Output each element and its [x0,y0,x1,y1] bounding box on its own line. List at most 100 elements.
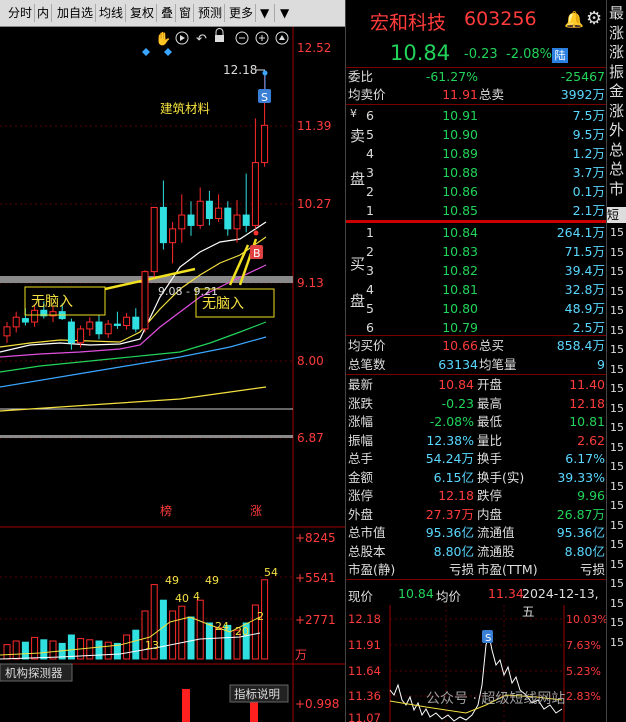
tab-window[interactable]: 窗 [177,4,195,22]
indicator-tick: +0.998 [295,697,339,711]
candle-body[interactable] [141,271,149,330]
stat-label: 内盘 [477,506,503,522]
zoom-out-icon[interactable] [235,31,249,45]
intraday-mini-chart[interactable]: 12.18 11.91 11.64 11.36 11.07 10.03% 7.6… [346,605,607,722]
sell-price: 10.85 [442,203,478,218]
add-watchlist-button[interactable]: 加自选 [55,4,97,22]
sell-level-row[interactable]: 5 10.90 9.5万 [346,126,607,143]
buy-level-row[interactable]: 4 10.81 32.8万 [346,281,607,298]
side-strip-label: 外 [609,121,625,139]
buy-volume: 48.9万 [564,301,605,316]
candle-body[interactable] [12,316,20,328]
trades-row: 总笔数 63134 均笔量 9 [346,356,607,373]
candle-body[interactable] [67,321,75,344]
candle-body[interactable] [86,321,94,330]
sell-volume: 3.7万 [572,165,605,180]
candle-body[interactable] [187,214,195,226]
buy-volume: 39.4万 [564,263,605,278]
buy-volume: 264.1万 [556,225,605,240]
candle-body[interactable] [178,214,186,230]
stat-value: 11.40 [569,377,605,392]
candle-body[interactable] [3,326,11,337]
side-strip-time: 15 [610,245,624,259]
stat-label: 最新 [348,377,374,392]
zoom-in-icon[interactable] [255,31,269,45]
candle-body[interactable] [150,206,158,273]
buy-level-row[interactable]: 3 10.82 39.4万 [346,262,607,279]
candle-body[interactable] [196,200,204,226]
more-dropdown-icon[interactable]: ▼ [258,4,275,22]
kline-chart-area[interactable]: ✋ ↶ 12.52 11.39 10.27 9.13 8.00 6.87 +82… [0,27,345,722]
candle-body[interactable] [132,316,140,330]
candle-body[interactable] [113,323,121,326]
current-price: 10.84 [390,41,451,65]
volume-bar [31,636,39,660]
candle-body[interactable] [251,162,259,226]
candle-body[interactable] [159,206,167,244]
sector-label: 建筑材料 [160,101,211,116]
candle-body[interactable] [242,214,250,226]
candle-body[interactable] [104,323,112,335]
buy-level-row[interactable]: 6 10.79 2.5万 [346,319,607,336]
sell-level-row[interactable]: 2 10.86 0.1万 [346,183,607,200]
support-band [0,435,293,438]
sell-price: 10.89 [442,146,478,161]
candle-body[interactable] [169,228,177,244]
side-strip-tab[interactable]: 短 [607,207,626,223]
side-strip-time: 15 [610,499,624,512]
stats-row: 最新 10.84 开盘 11.40 [346,376,607,393]
stat-value: 95.36亿 [425,525,474,540]
sell-level: 2 [366,184,374,199]
side-strip-time: 15 [610,323,624,337]
bell-icon[interactable]: 🔔 [564,10,584,29]
tab-more[interactable]: 更多 [227,4,257,22]
tab-intraday[interactable]: 分时 [0,4,35,22]
price-tick: 10.27 [297,197,331,211]
candle-body[interactable] [21,318,29,323]
stats-row: 振幅 12.38% 量比 2.62 [346,432,607,449]
lock-icon[interactable] [215,28,224,43]
kline-chart[interactable]: ✋ ↶ 12.52 11.39 10.27 9.13 8.00 6.87 +82… [0,27,345,722]
tab-predict[interactable]: 预测 [196,4,226,22]
sell-level-row[interactable]: 1 10.85 2.1万 [346,202,607,219]
tab-adjust[interactable]: 复权 [128,4,158,22]
mini-left-tick: 11.64 [348,664,381,678]
volume-bar [123,634,131,660]
hand-tool-icon[interactable]: ✋ [155,31,171,47]
tab-inner[interactable]: 内 [35,4,53,22]
buy-volume: 2.5万 [572,320,605,335]
undo-icon[interactable]: ↶ [196,32,207,47]
candle-body[interactable] [261,124,269,164]
side-strip: 最涨涨振金涨外总总市 短 15 15 15 15 15 15 15 15 15 15 15 15 15 1… [606,0,626,722]
sell-level-row[interactable]: 6 10.91 7.5万 [346,107,607,124]
candle-body[interactable] [123,316,131,326]
buy-level: 2 [366,244,374,259]
tab-overlay[interactable]: 叠 [159,4,177,22]
sell-level-row[interactable]: 3 10.88 3.7万 [346,164,607,181]
candle-body[interactable] [77,328,85,344]
more-arrow-icon[interactable]: ▼ [278,4,294,22]
candle-body[interactable] [233,214,241,230]
side-strip-label: 总 [609,160,625,178]
buy-level-row[interactable]: 2 10.83 71.5万 [346,243,607,260]
volume-bar [132,629,140,660]
stat-label: 最高 [477,395,503,411]
candle-body[interactable] [31,309,39,323]
side-strip-time: 15 [610,460,624,473]
buy-level-row[interactable]: 1 10.84 264.1万 [346,224,607,241]
collapse-icon[interactable] [275,31,289,45]
play-icon[interactable] [175,31,189,45]
candle-body[interactable] [205,200,213,219]
candle-body[interactable] [215,207,223,219]
avg-buy-label: 均买价 [348,338,386,353]
side-strip-time: 15 [610,284,624,298]
buy-level-row[interactable]: 5 10.80 48.9万 [346,300,607,317]
side-strip-time: 15 [610,538,624,551]
candle-body[interactable] [224,207,232,230]
settings-icon[interactable]: ⚙ [586,8,602,29]
candle-body[interactable] [95,321,103,335]
sell-level-row[interactable]: 4 10.89 1.2万 [346,145,607,162]
mini-now-label: 现价 [348,589,374,604]
volume-tick: +8245 [295,531,336,545]
tab-moving-average[interactable]: 均线 [97,4,127,22]
